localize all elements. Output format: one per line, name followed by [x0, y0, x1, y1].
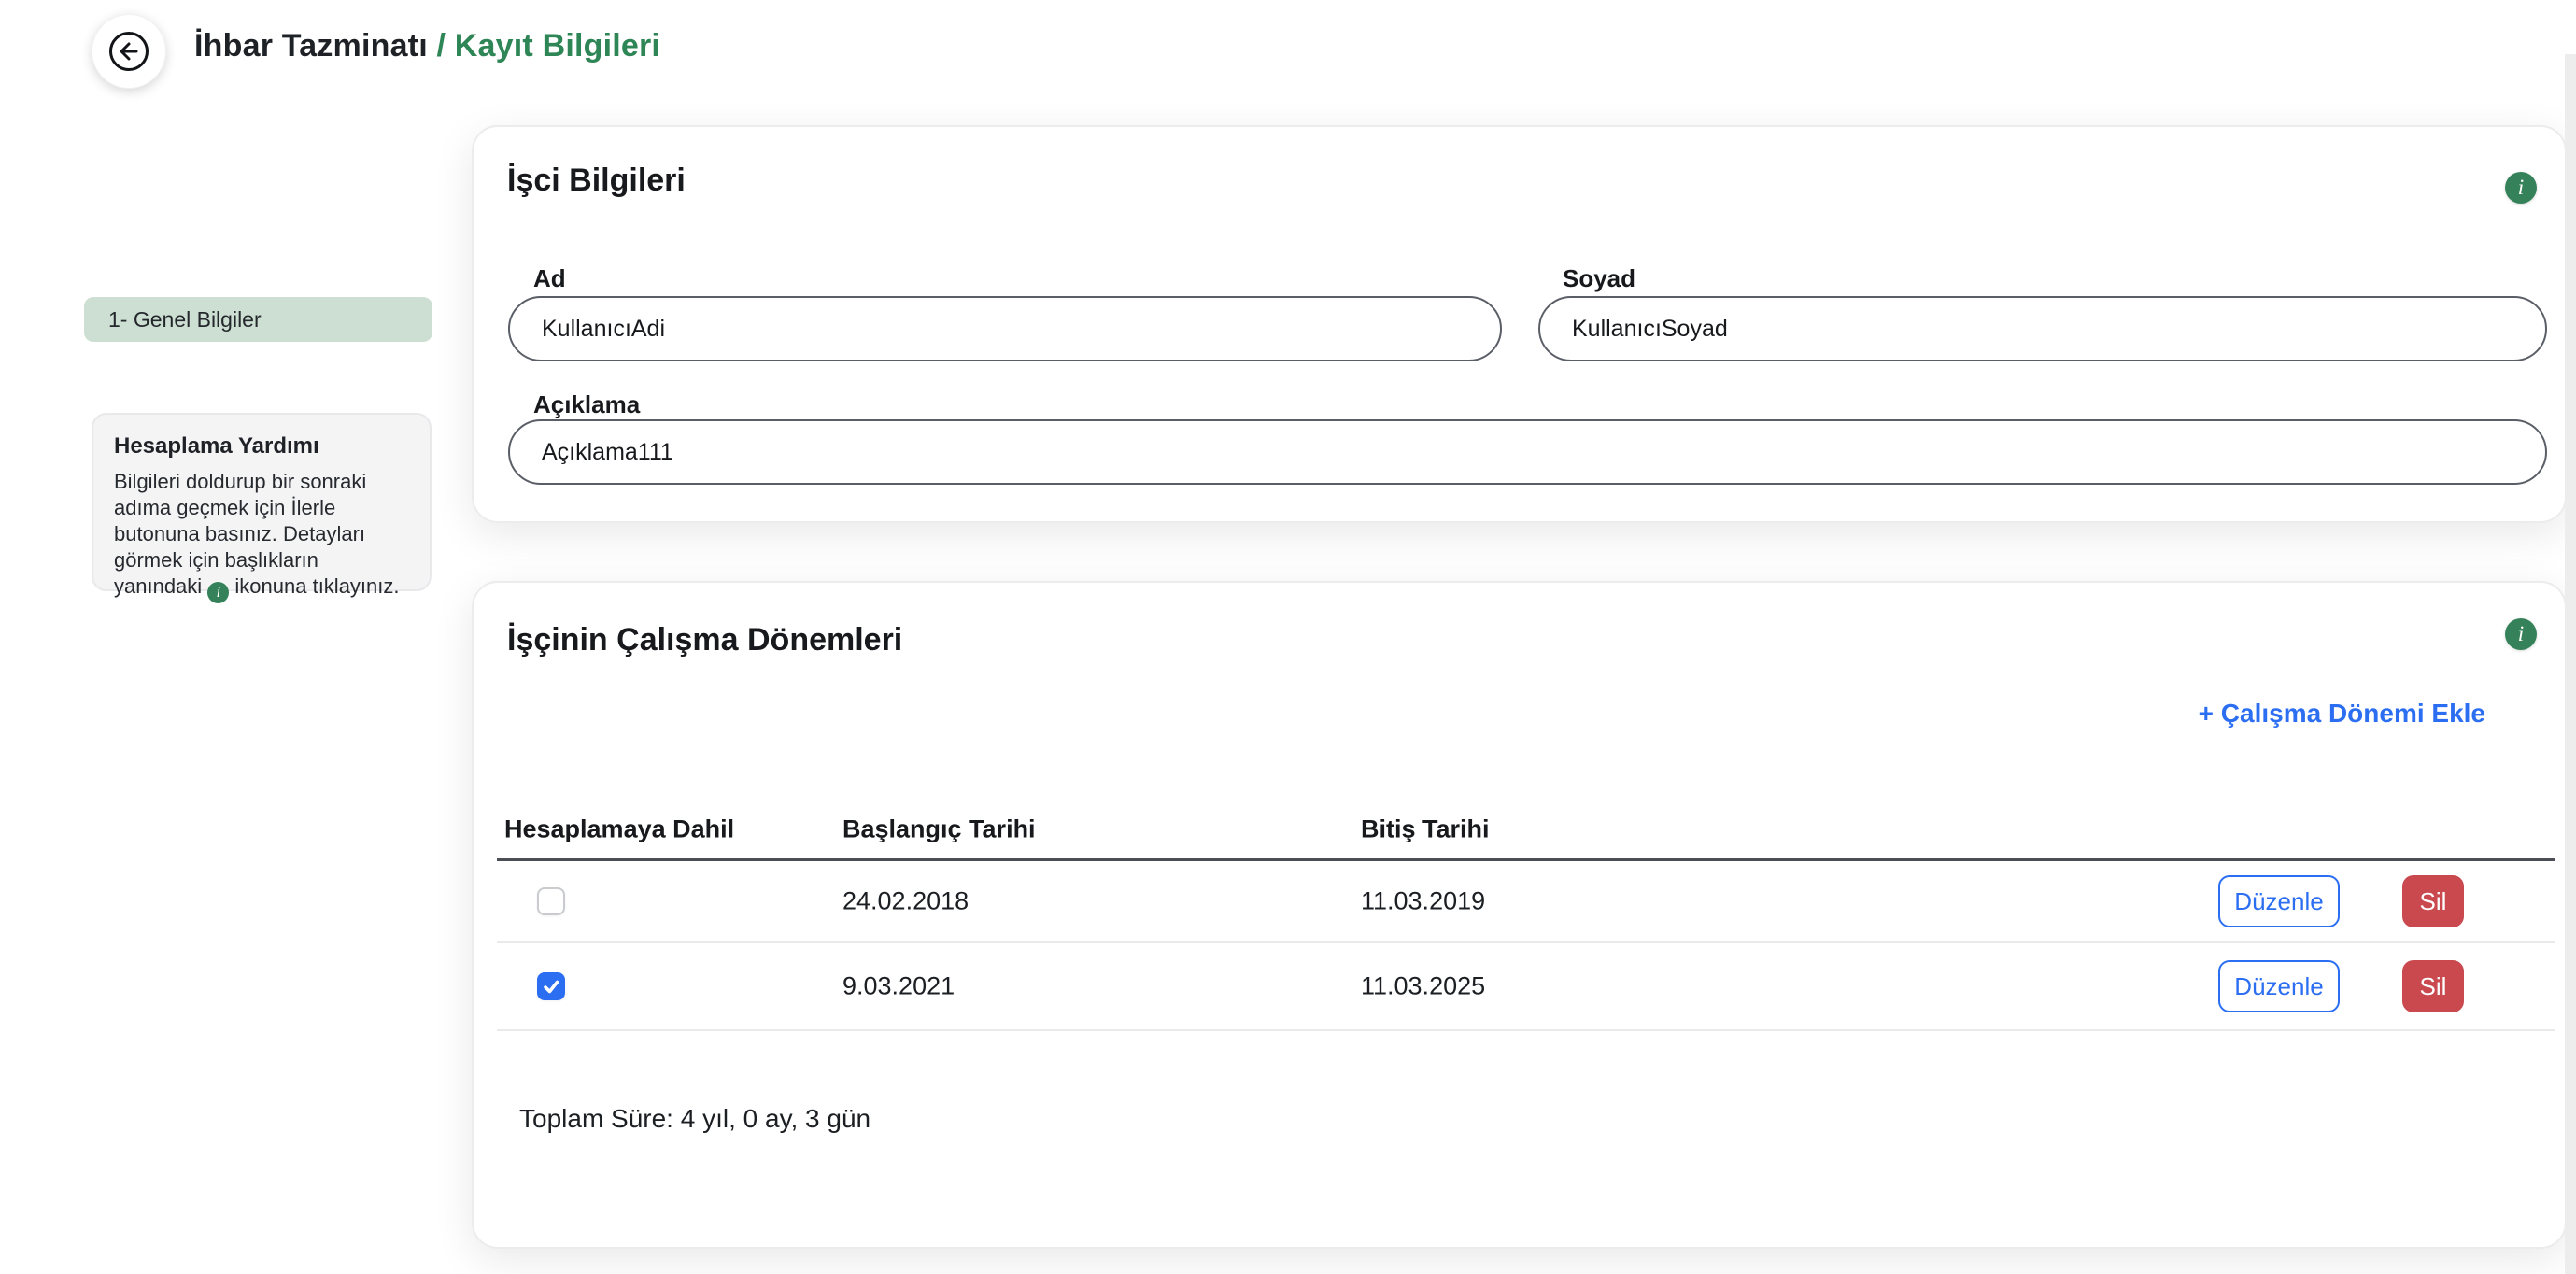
table-row: 9.03.2021 11.03.2025 Düzenle Sil: [497, 943, 2555, 1031]
table-header-row: Hesaplamaya Dahil Başlangıç Tarihi Bitiş…: [497, 800, 2555, 861]
edit-button[interactable]: Düzenle: [2218, 875, 2340, 927]
delete-button[interactable]: Sil: [2402, 875, 2464, 927]
end-date-cell: 11.03.2025: [1361, 972, 1485, 1001]
column-header-included: Hesaplamaya Dahil: [504, 814, 734, 843]
work-periods-card: İşçinin Çalışma Dönemleri i + Çalışma Dö…: [472, 581, 2567, 1249]
breadcrumb: İhbar Tazminatı / Kayıt Bilgileri: [194, 28, 660, 64]
info-icon[interactable]: i: [2505, 172, 2537, 204]
info-icon[interactable]: i: [2505, 618, 2537, 650]
aciklama-input[interactable]: [508, 419, 2547, 485]
ad-label: Ad: [533, 264, 566, 293]
check-icon: [541, 976, 561, 997]
back-button[interactable]: [92, 14, 166, 89]
periods-card-title: İşçinin Çalışma Dönemleri: [507, 622, 902, 658]
start-date-cell: 9.03.2021: [842, 972, 955, 1001]
edit-button[interactable]: Düzenle: [2218, 960, 2340, 1012]
help-panel: Hesaplama Yardımı Bilgileri doldurup bir…: [92, 413, 432, 591]
add-work-period-button[interactable]: + Çalışma Dönemi Ekle: [2199, 699, 2485, 729]
soyad-input[interactable]: [1538, 296, 2547, 361]
help-text: Bilgileri doldurup bir sonraki adıma geç…: [114, 469, 409, 603]
scrollbar[interactable]: [2565, 54, 2576, 1274]
work-periods-table: Hesaplamaya Dahil Başlangıç Tarihi Bitiş…: [497, 800, 2555, 1031]
soyad-label: Soyad: [1563, 264, 1635, 293]
start-date-cell: 24.02.2018: [842, 887, 969, 916]
table-row: 24.02.2018 11.03.2019 Düzenle Sil: [497, 861, 2555, 943]
help-title: Hesaplama Yardımı: [114, 433, 409, 460]
sidebar-step-tab-genel-bilgiler[interactable]: 1- Genel Bilgiler: [84, 297, 432, 342]
included-checkbox[interactable]: [537, 887, 565, 915]
total-duration-text: Toplam Süre: 4 yıl, 0 ay, 3 gün: [519, 1104, 870, 1134]
ad-input[interactable]: [508, 296, 1502, 361]
breadcrumb-current: / Kayıt Bilgileri: [428, 28, 660, 64]
column-header-start-date: Başlangıç Tarihi: [842, 814, 1036, 843]
page-title: İhbar Tazminatı: [194, 28, 428, 64]
info-icon: i: [207, 582, 229, 603]
aciklama-label: Açıklama: [533, 390, 640, 419]
arrow-left-circle-icon: [107, 30, 150, 73]
end-date-cell: 11.03.2019: [1361, 887, 1485, 916]
included-checkbox[interactable]: [537, 972, 565, 1000]
worker-info-card: İşci Bilgileri i Ad Soyad Açıklama: [472, 125, 2567, 523]
delete-button[interactable]: Sil: [2402, 960, 2464, 1012]
step-tab-label: 1- Genel Bilgiler: [108, 307, 262, 332]
worker-card-title: İşci Bilgileri: [507, 163, 686, 199]
column-header-end-date: Bitiş Tarihi: [1361, 814, 1490, 843]
